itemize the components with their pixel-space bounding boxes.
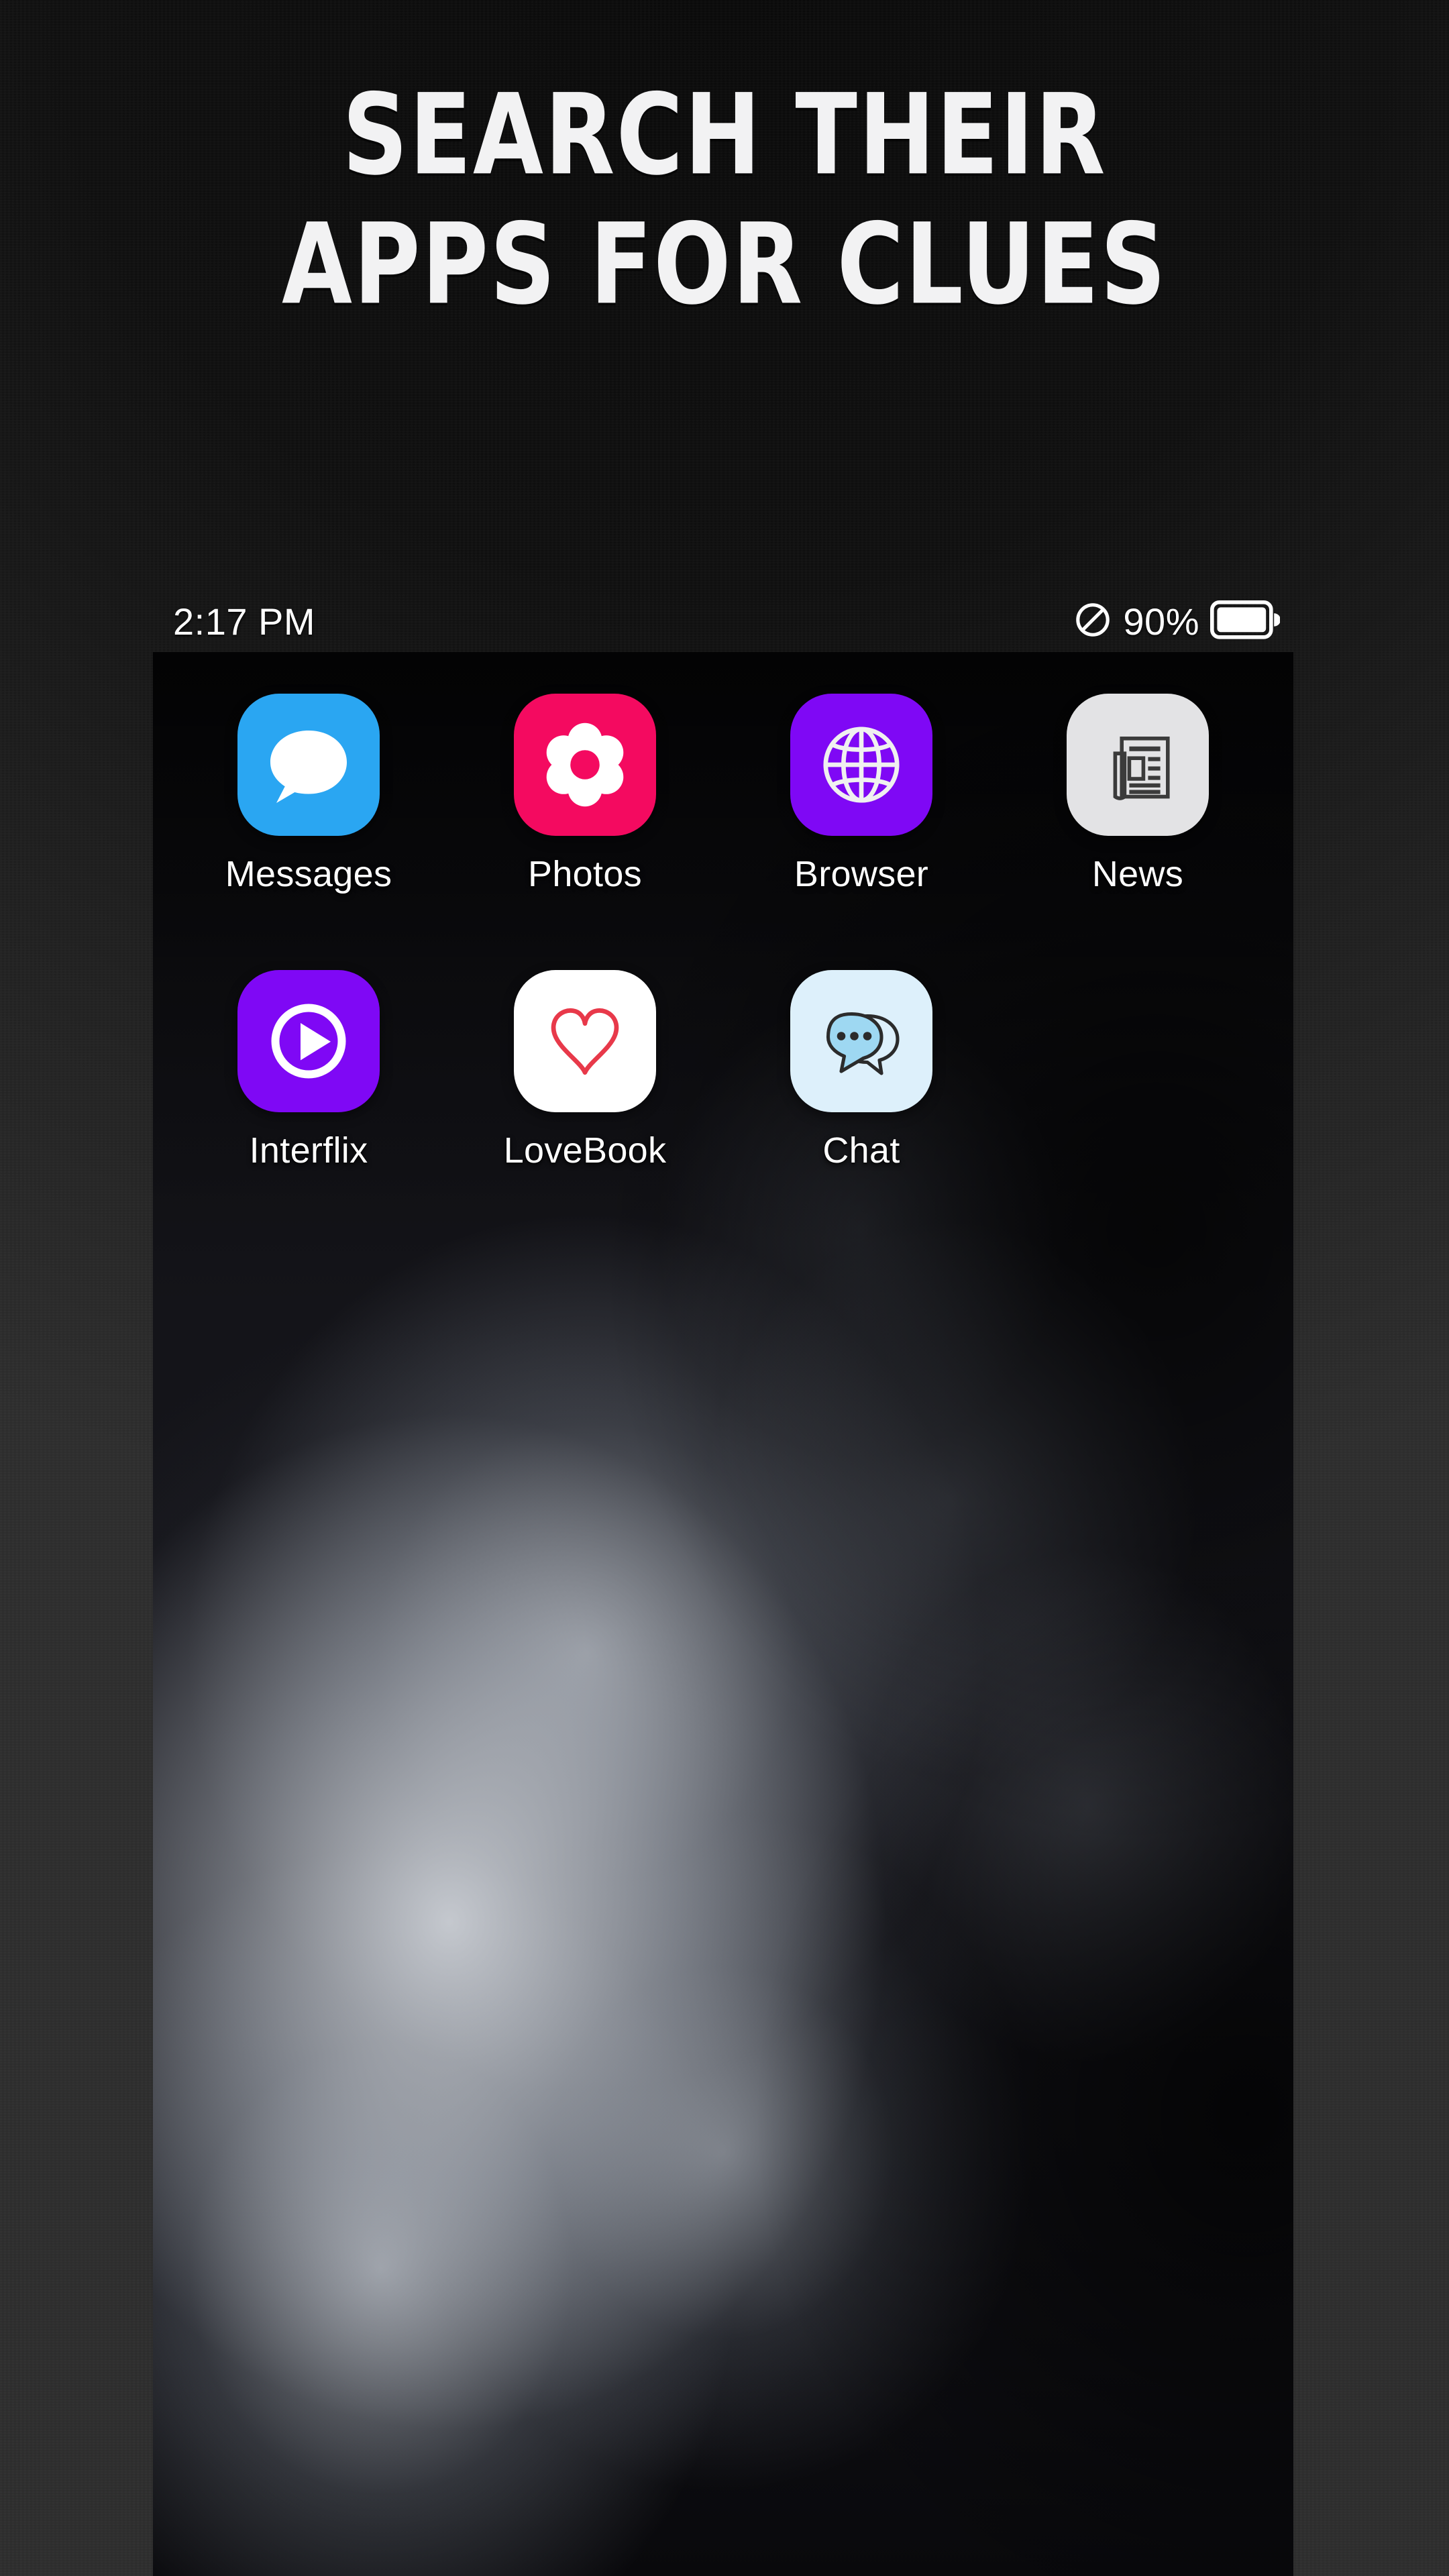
app-item-news[interactable]: News [1000,694,1276,895]
headline-line-2: APPS FOR CLUES [281,199,1168,330]
headline-line-1: SEARCH THEIR [342,70,1107,201]
app-label: News [1091,854,1184,894]
play-circle-icon[interactable] [237,970,380,1112]
app-label: Photos [528,854,642,894]
phone-screen: Messages Photos Browser News Interflix L… [153,652,1293,2576]
app-item-interflix[interactable]: Interflix [170,970,447,1171]
battery-full-icon [1210,600,1281,643]
newspaper-icon[interactable] [1067,694,1209,836]
app-item-messages[interactable]: Messages [170,694,447,895]
battery-percent-label: 90% [1123,600,1199,643]
app-label: LoveBook [503,1130,667,1171]
no-signal-slash-icon [1073,600,1112,643]
app-item-photos[interactable]: Photos [447,694,723,895]
app-label: Browser [794,854,929,894]
promo-headline: SEARCH THEIR APPS FOR CLUES [0,70,1449,321]
speech-bubble-icon[interactable] [237,694,380,836]
status-bar: 2:17 PM 90% [153,590,1293,652]
app-item-chat[interactable]: Chat [723,970,1000,1171]
status-clock: 2:17 PM [173,600,316,643]
app-grid: Messages Photos Browser News Interflix L… [153,694,1293,1171]
app-row: Interflix LoveBook Chat [170,970,1276,1171]
globe-icon[interactable] [790,694,932,836]
status-bar-right: 90% [1073,600,1281,643]
app-item-lovebook[interactable]: LoveBook [447,970,723,1171]
app-item-browser[interactable]: Browser [723,694,1000,895]
app-label: Messages [225,854,392,894]
app-slot-empty [1000,970,1276,1171]
chat-bubbles-icon[interactable] [790,970,932,1112]
heart-outline-icon[interactable] [514,970,656,1112]
app-row: Messages Photos Browser News [170,694,1276,895]
app-label: Chat [822,1130,900,1171]
flower-icon[interactable] [514,694,656,836]
app-label: Interflix [249,1130,368,1171]
